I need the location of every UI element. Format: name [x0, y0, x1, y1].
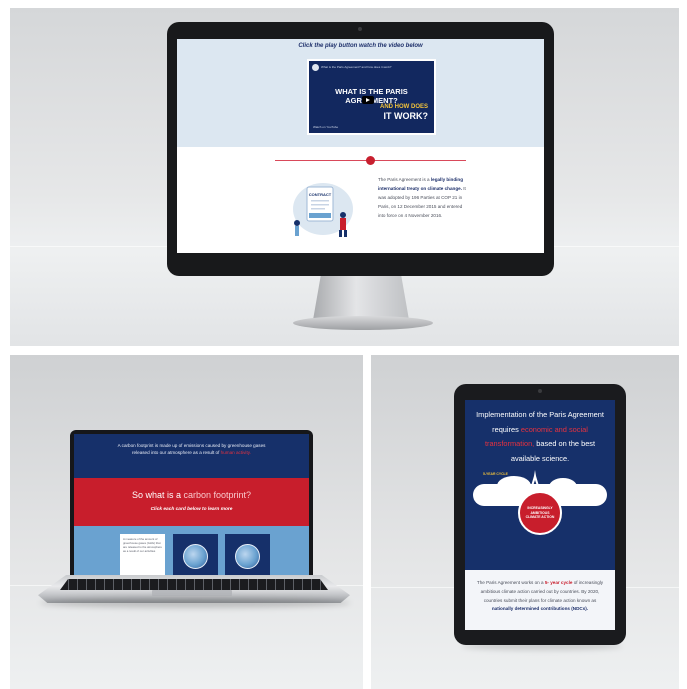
tablet-device: Implementation of the Paris Agreement re…: [454, 384, 626, 645]
carbon-subheading: Click each card below to learn more: [150, 507, 233, 512]
channel-avatar-icon: [312, 64, 319, 71]
contract-label: CONTRACT: [309, 192, 332, 197]
globe-icon: [183, 544, 208, 569]
cycle-text-bold: nationally determined contributions (NDC…: [491, 606, 589, 612]
carbon-heading: So what is a carbon footprint?: [74, 490, 309, 500]
cycle-label: 5-YEAR CYCLE: [483, 472, 508, 476]
cycle-description: The Paris Agreement works on a 5- year c…: [475, 579, 605, 614]
divider-dot-icon: [366, 156, 375, 165]
video-section: Click the play button watch the video be…: [177, 39, 544, 147]
cycle-text-red: 5- year cycle: [544, 580, 573, 585]
carbon-intro-red: human activity.: [220, 450, 251, 455]
monitor-stand: [313, 276, 409, 320]
camera-icon: [358, 27, 362, 31]
video-subtitle-2: IT WORK?: [383, 111, 429, 121]
carbon-heading-section: So what is a carbon footprint? Click eac…: [74, 478, 309, 526]
paris-text-part1: The Paris Agreement is a: [378, 177, 431, 182]
video-topbar: What is the Paris Agreement? and how doe…: [312, 64, 433, 72]
implementation-section: Implementation of the Paris Agreement re…: [465, 400, 615, 570]
carbon-intro-section: A carbon footprint is made up of emissio…: [74, 434, 309, 478]
globe-icon: [235, 544, 260, 569]
camera-icon: [538, 389, 542, 393]
video-subtitle-1: AND HOW DOES: [380, 104, 428, 110]
laptop-keyboard: [60, 579, 328, 590]
laptop-trackpad: [152, 590, 232, 596]
video-instruction: Click the play button watch the video be…: [298, 43, 423, 49]
carbon-intro-text: A carbon footprint is made up of emissio…: [114, 442, 269, 456]
laptop-screen: A carbon footprint is made up of emissio…: [74, 434, 309, 579]
youtube-link[interactable]: Watch on YouTube: [313, 125, 338, 129]
desktop-monitor: Click the play button watch the video be…: [167, 22, 554, 276]
carbon-heading-red: carbon footprint?: [183, 490, 252, 500]
globe-card[interactable]: [173, 534, 218, 578]
monitor-screen: Click the play button watch the video be…: [177, 39, 544, 253]
carbon-heading-text: So what is a: [131, 490, 181, 500]
tablet-screen: Implementation of the Paris Agreement re…: [465, 400, 615, 630]
cards-section: A measure of the amount of greenhouse ga…: [74, 526, 309, 579]
play-icon[interactable]: [362, 96, 374, 104]
video-topbar-title: What is the Paris Agreement? and how doe…: [321, 65, 392, 69]
cycle-text-1: The Paris Agreement works on a: [476, 580, 545, 585]
monitor-stand-base: [293, 316, 433, 330]
ambitious-action-badge: INCREASINGLY AMBITIOUS CLIMATE ACTION: [518, 491, 562, 535]
paris-agreement-text: The Paris Agreement is a legally binding…: [378, 175, 468, 220]
cycle-description-section: The Paris Agreement works on a 5- year c…: [465, 570, 615, 630]
contract-illustration: CONTRACT: [293, 183, 353, 237]
laptop-shadow: [40, 598, 350, 608]
implementation-heading: Implementation of the Paris Agreement re…: [471, 408, 609, 466]
info-card[interactable]: A measure of the amount of greenhouse ga…: [120, 534, 165, 578]
video-player[interactable]: What is the Paris Agreement? and how doe…: [307, 59, 436, 135]
laptop-lid: A carbon footprint is made up of emissio…: [70, 430, 313, 583]
globe-card[interactable]: [225, 534, 270, 578]
